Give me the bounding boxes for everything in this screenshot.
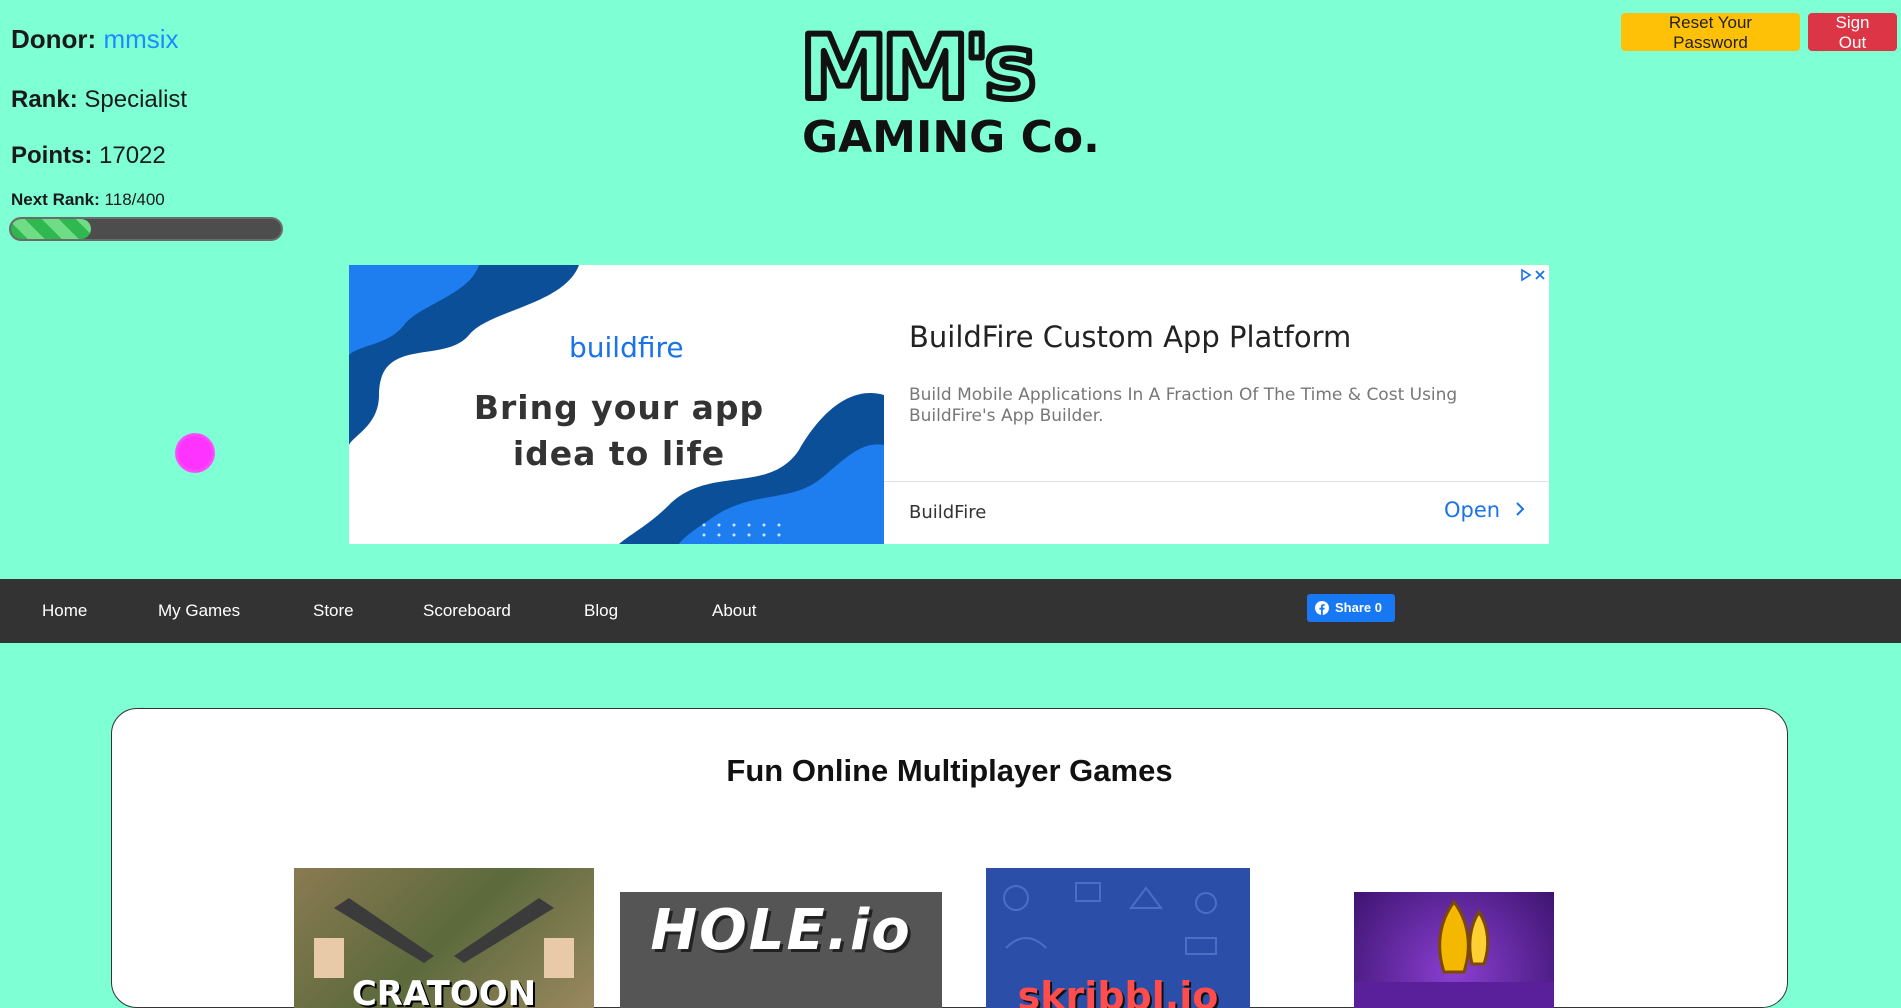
ad-open-label: Open — [1444, 498, 1501, 522]
points-label: Points: — [11, 142, 93, 169]
ad-choices-icon[interactable] — [1519, 267, 1547, 283]
rocket-game-thumbnail[interactable] — [1354, 892, 1554, 1008]
hole-io-thumbnail[interactable]: HOLE.io — [620, 892, 942, 1008]
ad-open-button[interactable]: Open — [1444, 498, 1525, 522]
main-nav: Home My Games Store Scoreboard Blog Abou… — [0, 579, 1901, 643]
chevron-right-icon — [1516, 502, 1525, 516]
ad-brand-logo: buildfire — [569, 331, 684, 364]
ad-tagline-line-2: idea to life — [512, 434, 726, 473]
progress-bar-fill — [11, 219, 91, 239]
sign-out-button[interactable]: Sign Out — [1808, 13, 1897, 52]
games-card: Fun Online Multiplayer Games CRATOON HOL… — [111, 708, 1788, 1008]
facebook-icon — [1315, 601, 1329, 615]
ad-divider — [884, 481, 1549, 482]
points-stat: Points: 17022 — [11, 138, 301, 174]
reset-password-button[interactable]: Reset Your Password — [1621, 13, 1800, 52]
nav-blog[interactable]: Blog — [584, 579, 618, 643]
donor-label: Donor: — [11, 24, 97, 54]
rank-value: Specialist — [84, 86, 188, 113]
skribbl-io-thumbnail[interactable]: skribbl.io — [986, 868, 1250, 1008]
magenta-dot-decoration — [175, 433, 215, 473]
donor-stat: Donor: mmsix — [11, 20, 301, 58]
nav-store[interactable]: Store — [313, 579, 354, 643]
rocket-icon — [1354, 899, 1554, 1008]
ad-tagline-line-1: Bring your app — [473, 388, 765, 427]
ad-title[interactable]: BuildFire Custom App Platform — [909, 320, 1351, 354]
logo-wordmark-text: GAMING Co. — [802, 112, 1100, 160]
skribbl-io-label: skribbl.io — [1017, 974, 1219, 1008]
next-rank-progress-bar — [9, 217, 283, 241]
games-section-title: Fun Online Multiplayer Games — [726, 753, 1173, 788]
logo-mark-text: MM's — [800, 20, 1033, 119]
nav-home[interactable]: Home — [42, 579, 87, 643]
ad-advertiser: BuildFire — [909, 502, 987, 523]
rank-label: Rank: — [11, 86, 78, 113]
rank-stat: Rank: Specialist — [11, 82, 301, 118]
facebook-share-button[interactable]: Share 0 — [1307, 594, 1395, 622]
mms-gaming-logo[interactable]: MM's GAMING Co. — [800, 20, 1100, 160]
ad-banner[interactable]: buildfire Bring your app idea to life Bu… — [349, 265, 1549, 544]
facebook-share-label: Share 0 — [1335, 600, 1382, 615]
next-rank-value: 118/400 — [104, 190, 165, 209]
nav-about[interactable]: About — [712, 579, 756, 643]
donor-panel: Donor: mmsix Rank: Specialist Points: 17… — [11, 20, 301, 212]
next-rank-label: Next Rank: — [11, 190, 100, 209]
donor-name-link[interactable]: mmsix — [103, 24, 178, 54]
ad-tagline: Bring your app idea to life — [469, 385, 769, 477]
cartoon-strike-label: CRATOON — [351, 974, 537, 1008]
nav-scoreboard[interactable]: Scoreboard — [423, 579, 511, 643]
next-rank-stat: Next Rank: 118/400 — [11, 188, 301, 212]
cartoon-strike-thumbnail[interactable]: CRATOON — [294, 868, 594, 1008]
hole-io-label: HOLE.io — [650, 898, 912, 963]
points-value: 17022 — [99, 142, 166, 169]
ad-image-panel[interactable]: buildfire Bring your app idea to life — [349, 265, 884, 544]
nav-my-games[interactable]: My Games — [158, 579, 240, 643]
ad-description: Build Mobile Applications In A Fraction … — [909, 385, 1458, 426]
